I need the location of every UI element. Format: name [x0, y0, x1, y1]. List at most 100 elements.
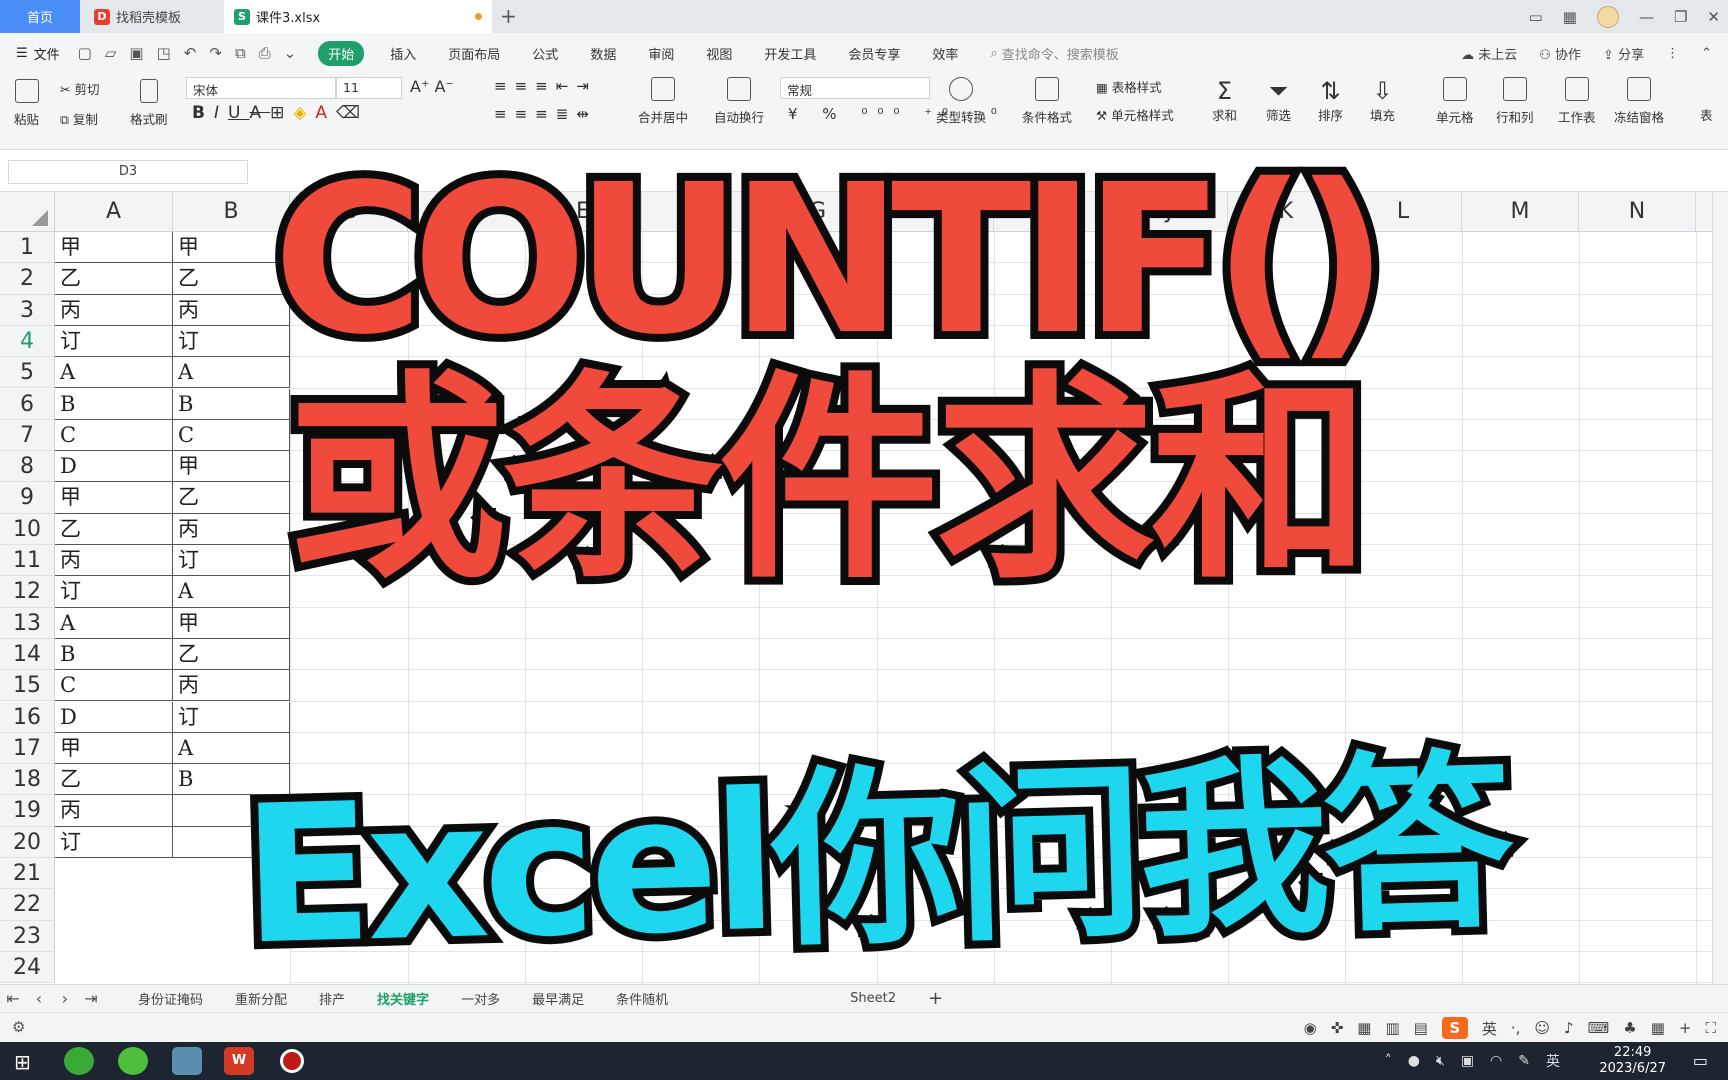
cell-a[interactable]: 甲	[55, 482, 173, 514]
cell-a[interactable]: 丙	[55, 795, 173, 827]
menu-insert[interactable]: 插入	[390, 44, 416, 63]
notification-icon[interactable]: ▭	[1693, 1051, 1708, 1070]
clock[interactable]: 22:49 2023/6/27	[1599, 1045, 1666, 1077]
next-sheet-icon[interactable]: ›	[52, 989, 78, 1008]
row-header[interactable]: 14	[0, 638, 55, 671]
sort-button[interactable]: ⇅ 排序	[1318, 77, 1343, 124]
skin-icon[interactable]: ♣	[1623, 1019, 1636, 1037]
row-header[interactable]: 15	[0, 670, 55, 702]
format-painter-button[interactable]: 格式刷	[130, 79, 168, 128]
ime-logo-icon[interactable]: S	[1441, 1017, 1468, 1039]
row-header[interactable]: 20	[0, 826, 55, 858]
copy-button[interactable]: ⧉ 复制	[60, 109, 98, 128]
cell-b[interactable]: A	[173, 732, 290, 765]
select-all-corner[interactable]	[0, 192, 55, 232]
font-name-select[interactable]: 宋体	[186, 77, 336, 99]
cell-b[interactable]: 乙	[173, 263, 290, 295]
punct-icon[interactable]: ·,	[1511, 1019, 1521, 1037]
notes-app-icon[interactable]	[172, 1047, 202, 1075]
last-sheet-icon[interactable]: ⇥	[78, 989, 104, 1008]
underline-icon[interactable]: U	[228, 103, 249, 123]
row-header[interactable]: 11	[0, 545, 55, 577]
tab-home[interactable]: 首页	[0, 0, 80, 33]
redo-icon[interactable]: ↷	[209, 44, 222, 62]
more-icon[interactable]: ⋮	[1666, 46, 1679, 61]
row-header[interactable]: 22	[0, 889, 55, 921]
cell-a[interactable]: A	[55, 607, 173, 639]
new-tab-icon[interactable]: +	[500, 4, 517, 28]
sheet-button[interactable]: 工作表	[1558, 77, 1596, 126]
bold-icon[interactable]: B	[192, 103, 214, 123]
fill-button[interactable]: ⇩ 填充	[1370, 77, 1395, 124]
windows-start-icon[interactable]: ⊞	[14, 1050, 31, 1074]
normal-view-icon[interactable]: ▦	[1357, 1019, 1371, 1037]
row-header[interactable]: 5	[0, 357, 55, 389]
col-header-n[interactable]: N	[1579, 192, 1696, 232]
share-button[interactable]: ⇪ 分享	[1603, 44, 1644, 63]
cell-style-button[interactable]: ⚒ 单元格样式	[1096, 105, 1174, 124]
cell-b[interactable]: 丙	[173, 294, 290, 326]
menu-start[interactable]: 开始	[318, 40, 365, 66]
open-folder-icon[interactable]: ▱	[105, 44, 117, 62]
row-header[interactable]: 6	[0, 388, 55, 420]
row-header[interactable]: 3	[0, 294, 55, 326]
menu-review[interactable]: 审阅	[648, 44, 674, 63]
menu-page-layout[interactable]: 页面布局	[448, 44, 500, 63]
cell-b[interactable]: 甲	[173, 607, 290, 639]
tray-expand-icon[interactable]: ˄	[1385, 1053, 1392, 1069]
menu-efficiency[interactable]: 效率	[932, 44, 958, 63]
cell-b[interactable]	[173, 826, 290, 858]
menu-developer[interactable]: 开发工具	[764, 44, 816, 63]
menu-formulas[interactable]: 公式	[532, 44, 558, 63]
paste-button[interactable]: 粘贴	[14, 79, 39, 128]
font-color-icon[interactable]: A	[315, 103, 336, 123]
col-header-e[interactable]: E	[525, 192, 642, 232]
save-icon[interactable]: ▣	[129, 44, 143, 62]
mic-icon[interactable]: ♪	[1564, 1019, 1574, 1037]
row-header[interactable]: 8	[0, 451, 55, 483]
menu-file[interactable]: 文件	[34, 44, 60, 63]
first-sheet-icon[interactable]: ⇤	[0, 989, 26, 1008]
print-preview-icon[interactable]: ◳	[157, 44, 171, 62]
sheet-tab[interactable]: 条件随机	[600, 989, 684, 1008]
cond-format-button[interactable]: 条件格式	[1022, 77, 1072, 126]
close-icon[interactable]: ✕	[1707, 8, 1720, 26]
row-header[interactable]: 9	[0, 482, 55, 514]
row-header[interactable]: 16	[0, 701, 55, 733]
number-format-select[interactable]: 常规	[780, 77, 930, 99]
cell-a[interactable]: B	[55, 388, 173, 420]
volume-mute-icon[interactable]: 🔇︎	[1436, 1053, 1445, 1069]
ime-menu-icon[interactable]: ▦	[1651, 1019, 1665, 1037]
table-style-button[interactable]: ▦ 表格样式	[1096, 77, 1162, 96]
row-header[interactable]: 7	[0, 419, 55, 452]
row-header[interactable]: 18	[0, 764, 55, 796]
customize-icon[interactable]: ⌄	[284, 44, 297, 62]
new-file-icon[interactable]: ▢	[78, 44, 92, 62]
minimize-icon[interactable]: —	[1639, 8, 1654, 26]
cell-a[interactable]: C	[55, 419, 173, 452]
italic-icon[interactable]: I	[214, 103, 228, 123]
row-header[interactable]: 19	[0, 795, 55, 827]
col-header-b[interactable]: B	[173, 192, 290, 232]
row-header[interactable]: 21	[0, 858, 55, 890]
font-size-select[interactable]: 11	[336, 77, 402, 99]
cell-b[interactable]: 丙	[173, 670, 290, 702]
menu-data[interactable]: 数据	[590, 44, 616, 63]
sheet-tab[interactable]: Sheet2	[834, 991, 912, 1006]
col-header-j[interactable]: J	[1111, 192, 1228, 232]
cell-a[interactable]: 订	[55, 576, 173, 608]
align-top-buttons[interactable]: ≡≡≡⇤⇥	[494, 77, 597, 95]
cell-a[interactable]: 丙	[55, 294, 173, 326]
cell-a[interactable]: 甲	[55, 232, 173, 264]
cloud-status[interactable]: ☁ 未上云	[1461, 44, 1517, 63]
font-grow-icon[interactable]: A⁺ A⁻	[410, 77, 454, 96]
cell-a[interactable]: 乙	[55, 513, 173, 545]
col-header-k[interactable]: K	[1228, 192, 1345, 232]
sheet-tab[interactable]: 排产	[303, 989, 361, 1008]
ime-lang[interactable]: 英	[1482, 1018, 1497, 1039]
cell-b[interactable]: 甲	[173, 232, 290, 264]
col-header-i[interactable]: I	[994, 192, 1111, 232]
cell-a[interactable]: D	[55, 701, 173, 733]
keyboard-icon[interactable]: ⌨	[1588, 1019, 1610, 1037]
avatar[interactable]	[1596, 5, 1619, 28]
